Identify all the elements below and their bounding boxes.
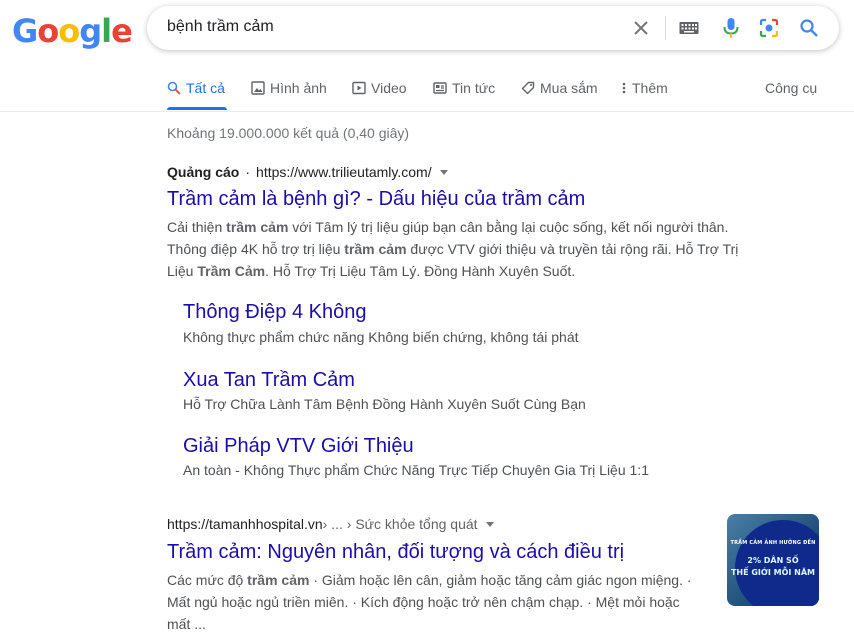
snippet-line: mất ... [167,613,712,634]
logo-letter: o [58,12,80,50]
sitelink-title[interactable]: Xua Tan Trầm Cảm [183,367,355,393]
close-icon[interactable] [629,16,653,40]
tab-label: Mua sắm [540,80,598,96]
result-title-link[interactable]: Trầm cảm: Nguyên nhân, đối tượng và cách… [167,539,624,565]
search-input[interactable]: bệnh trầm cảm [167,18,274,36]
snippet-bold: trầm cảm [247,572,310,588]
snippet-text: mất ... [167,616,206,632]
snippet-text: với Tâm lý trị liệu giúp bạn cân bằng lạ… [288,219,729,235]
logo-letter: e [111,12,133,50]
sitelink-desc: Hỗ Trợ Chữa Lành Tâm Bệnh Đồng Hành Xuyê… [183,396,586,412]
tab-all[interactable]: Tất cả [167,80,225,96]
ad-source: Quảng cáo · https://www.trilieutamly.com… [167,164,448,180]
snippet-text: được VTV giới thiệu và truyền tải rộng r… [406,241,739,257]
result-thumbnail[interactable]: TRẦM CẢM ẢNH HƯỞNG ĐẾN 2% DÂN SỐ THẾ GIỚ… [727,514,819,606]
snippet-text: Cải thiện [167,219,227,235]
camera-lens-icon[interactable] [757,16,781,40]
tab-more[interactable]: Thêm [621,80,668,96]
caret-down-icon[interactable] [439,169,448,175]
active-tab-indicator [167,107,227,110]
snippet-line: Các mức độ trầm cảm · Giảm hoặc lên cân,… [167,569,712,591]
result-stats: Khoảng 19.000.000 kết quả (0,40 giây) [167,125,410,141]
result-snippet: Các mức độ trầm cảm · Giảm hoặc lên cân,… [167,569,712,634]
snippet-line: Cải thiện trầm cảm với Tâm lý trị liệu g… [167,216,767,238]
tools-button[interactable]: Công cụ [765,80,817,96]
tab-news[interactable]: Tin tức [433,80,495,96]
logo-letter: l [101,12,112,50]
thumbnail-text: THẾ GIỚI MỖI NĂM [730,568,816,577]
tab-images[interactable]: Hình ảnh [251,80,327,96]
news-icon [433,81,447,95]
thumbnail-text: TRẦM CẢM ẢNH HƯỞNG ĐẾN [730,540,816,546]
play-icon [352,81,366,95]
more-vert-icon [621,81,627,95]
search-icon [167,81,181,95]
microphone-icon[interactable] [719,16,743,40]
tab-label: Tin tức [452,80,496,96]
image-icon [251,81,265,95]
result-domain[interactable]: https://tamanhhospital.vn [167,516,323,532]
snippet-text: Các mức độ [167,572,248,588]
search-tabs: Tất cả Hình ảnh Video Tin tức Mua sắm Th… [0,72,854,112]
tab-label: Video [371,80,407,96]
search-divider [665,16,666,40]
ad-label: Quảng cáo [167,164,240,180]
snippet-text: Thông điệp 4K hỗ trợ trị liệu [167,241,345,257]
search-icon[interactable] [797,16,821,40]
tab-label: Hình ảnh [270,80,327,96]
google-logo[interactable]: Google [12,12,133,50]
result-breadcrumb: › ... › Sức khỏe tổng quát [322,516,478,532]
tab-label: Tất cả [186,80,225,96]
snippet-bold: trầm cảm [226,219,289,235]
snippet-bold: trầm cảm [344,241,407,257]
tab-shopping[interactable]: Mua sắm [521,80,598,96]
snippet-line: Thông điệp 4K hỗ trợ trị liệu trầm cảm đ… [167,238,767,260]
caret-down-icon[interactable] [485,521,494,527]
snippet-line: Mất ngủ hoặc ngủ triền miên. · Kích động… [167,591,712,613]
logo-letter: o [37,12,59,50]
sitelink-title[interactable]: Thông Điệp 4 Không [183,299,366,325]
snippet-line: Liệu Trầm Cảm. Hỗ Trợ Trị Liệu Tâm Lý. Đ… [167,260,767,282]
sitelink-desc: Không thực phẩm chức năng Không biến chứ… [183,329,579,345]
sitelink-title[interactable]: Giải Pháp VTV Giới Thiệu [183,433,414,459]
tab-label: Thêm [632,80,668,96]
separator: · [245,164,251,180]
ad-url[interactable]: https://www.trilieutamly.com/ [256,164,432,180]
keyboard-icon[interactable] [677,16,701,40]
ad-snippet: Cải thiện trầm cảm với Tâm lý trị liệu g… [167,216,767,282]
tag-icon [521,81,535,95]
snippet-bold: Trầm Cảm [197,263,266,279]
logo-letter: g [79,12,102,50]
snippet-text: Mất ngủ hoặc ngủ triền miên. · Kích động… [167,594,680,610]
ad-title-link[interactable]: Trầm cảm là bệnh gì? - Dấu hiệu của trầm… [167,186,585,212]
tab-video[interactable]: Video [352,80,407,96]
logo-letter: G [12,12,38,50]
snippet-text: · Giảm hoặc lên cân, giảm hoặc tăng cảm … [309,572,692,588]
sitelink-desc: An toàn - Không Thực phẩm Chức Năng Trực… [183,462,649,478]
search-box[interactable]: bệnh trầm cảm [147,6,839,50]
thumbnail-text: 2% DÂN SỐ [747,556,799,565]
result-cite: https://tamanhhospital.vn › ... › Sức kh… [167,516,494,532]
snippet-text: Liệu [167,263,198,279]
snippet-text: . Hỗ Trợ Trị Liệu Tâm Lý. Đồng Hành Xuyê… [265,263,576,279]
